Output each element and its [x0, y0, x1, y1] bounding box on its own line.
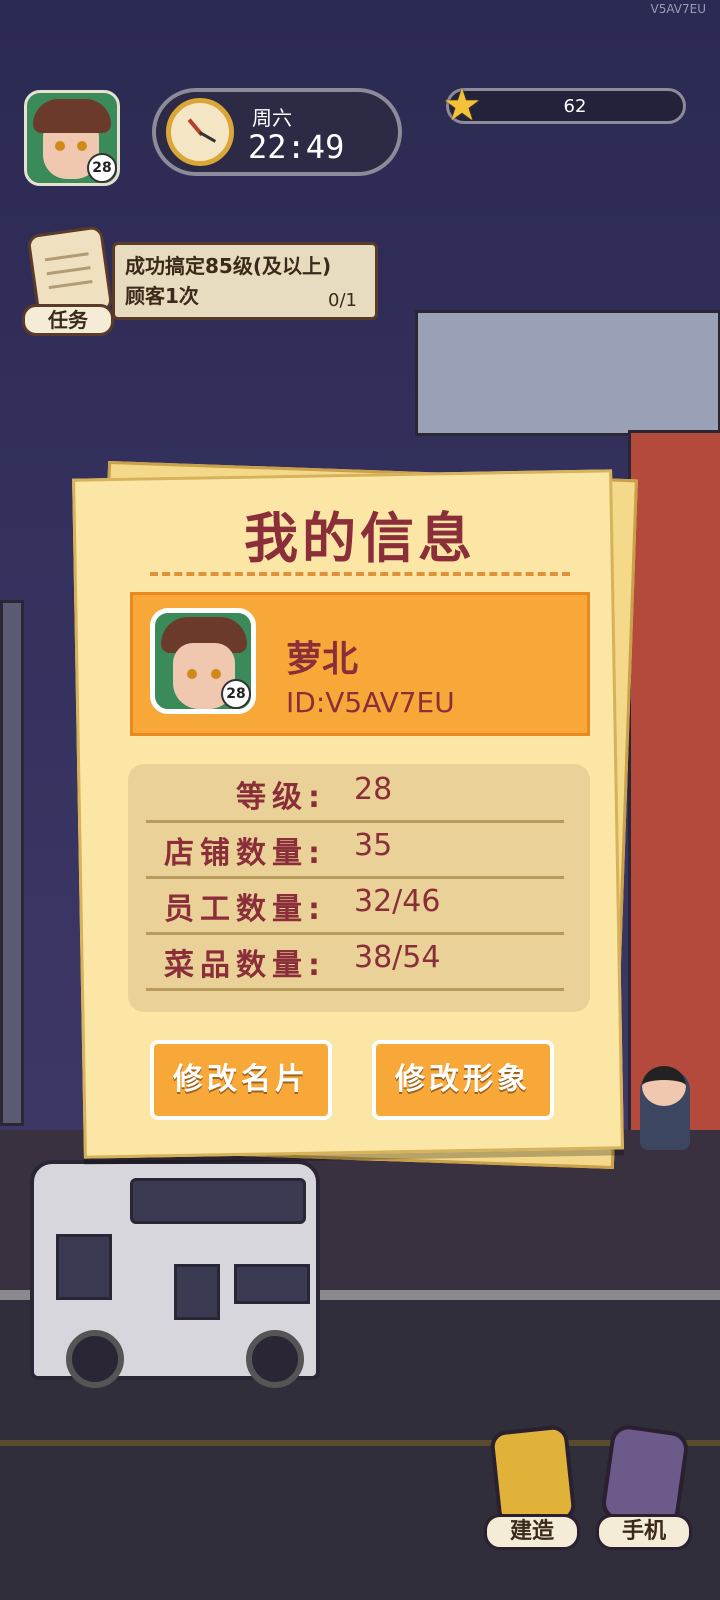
edit-card-button[interactable]: 修改名片 — [150, 1040, 332, 1120]
star-count: 62 — [563, 96, 587, 117]
day-label: 周六 — [252, 106, 292, 130]
level-badge: 28 — [87, 153, 117, 183]
stat-row: 菜品数量: 38/54 — [146, 932, 564, 991]
stat-label: 等级: — [236, 780, 326, 815]
clock-icon — [166, 98, 234, 166]
avatar-hair — [33, 99, 111, 133]
player-name: 萝北 — [286, 639, 359, 680]
profile-level-badge: 28 — [221, 679, 251, 709]
stat-row: 店铺数量: 35 — [146, 820, 564, 879]
van-wheel — [66, 1330, 124, 1388]
title-divider — [150, 572, 570, 576]
task-description: 成功搞定85级(及以上)顾客1次 — [125, 254, 332, 308]
build-label: 建造 — [484, 1514, 580, 1550]
time-label: 22:49 — [248, 128, 345, 166]
build-icon — [489, 1424, 577, 1528]
build-button[interactable]: 建造 — [484, 1424, 588, 1554]
stat-value: 35 — [354, 828, 393, 863]
stat-label: 店铺数量: — [164, 836, 326, 871]
stat-label: 菜品数量: — [164, 948, 326, 983]
player-avatar-button[interactable]: 28 — [24, 90, 120, 186]
task-note[interactable]: 成功搞定85级(及以上)顾客1次 0/1 — [112, 242, 378, 320]
profile-avatar[interactable]: 28 — [150, 608, 256, 714]
edit-appearance-button[interactable]: 修改形象 — [372, 1040, 554, 1120]
player-id-watermark: V5AV7EU — [650, 2, 707, 16]
stat-value: 32/46 — [354, 884, 441, 919]
stat-row: 员工数量: 32/46 — [146, 876, 564, 935]
task-button[interactable]: 任务 — [22, 220, 116, 338]
phone-button[interactable]: 手机 — [596, 1423, 700, 1554]
card-title: 我的信息 — [244, 507, 476, 570]
van-wheel — [246, 1330, 304, 1388]
phone-label: 手机 — [596, 1514, 692, 1550]
shop-building-left — [0, 600, 24, 1126]
stat-value: 28 — [354, 772, 393, 807]
player-id: ID:V5AV7EU — [286, 686, 455, 719]
game-clock: 周六 22:49 — [152, 88, 402, 176]
stat-label: 员工数量: — [164, 892, 326, 927]
shop-building — [415, 310, 720, 436]
customer-head — [642, 1066, 686, 1106]
stat-value: 38/54 — [354, 940, 441, 975]
task-label: 任务 — [22, 304, 114, 336]
stat-row: 等级: 28 — [146, 764, 564, 823]
task-progress: 0/1 — [328, 290, 357, 311]
